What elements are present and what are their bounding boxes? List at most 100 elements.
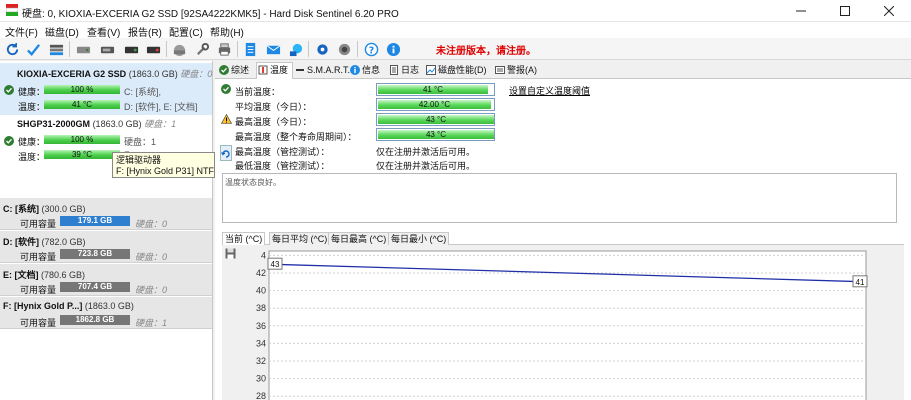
chart-tab-current[interactable]: 当前 (^C): [222, 232, 266, 245]
temperature-status-text: 温度状态良好。: [225, 178, 281, 187]
maximize-button[interactable]: [823, 0, 867, 22]
undo-icon[interactable]: [220, 145, 232, 161]
free-space-label: 可用容量: [20, 285, 57, 295]
max-temp-today-label: 最高温度（今日）：: [235, 117, 312, 127]
tab-temperature[interactable]: 温度: [256, 62, 293, 79]
volume-name: C: [系统]: [3, 204, 39, 214]
speaker-icon: [338, 43, 350, 55]
tab-overview[interactable]: 综述: [218, 63, 256, 78]
tab-info[interactable]: 信息: [349, 63, 383, 78]
volume-item-d[interactable]: D: [软件] (782.0 GB) 可用容量 723.8 GB 硬盘：0: [0, 231, 212, 263]
log-icon: [390, 65, 398, 75]
y-tick-label: 34: [256, 338, 266, 348]
tool-button-9[interactable]: [193, 40, 211, 58]
app-icon: [6, 4, 18, 16]
volume-size: (782.0 GB): [41, 237, 86, 247]
detail-tabs: 综述 温度 S.M.A.R.T. 信息 日志 磁盘性能(D) 警报(A): [215, 61, 911, 79]
refresh-icon: [6, 42, 18, 55]
sound-button[interactable]: [335, 40, 353, 58]
disk-settings-icon: [146, 46, 160, 53]
free-space-bar: 179.1 GB: [60, 216, 130, 226]
health-bar: 100 %: [44, 135, 120, 144]
check-icon: [219, 65, 229, 75]
data-label: 43: [271, 260, 280, 269]
menu-report[interactable]: 报告(R): [128, 24, 162, 39]
report-button[interactable]: [241, 40, 259, 58]
temperature-bar: 39 °C: [44, 150, 120, 159]
svg-text:?: ?: [368, 45, 373, 56]
minimize-button[interactable]: [779, 0, 823, 22]
y-tick-label: 28: [256, 391, 266, 400]
menu-view[interactable]: 查看(V): [87, 24, 120, 39]
tab-label: S.M.A.R.T.: [307, 65, 351, 75]
network-button[interactable]: [287, 40, 305, 58]
menu-config[interactable]: 配置(C): [169, 24, 203, 39]
free-space-label: 可用容量: [20, 318, 57, 328]
chart-tab-daily-avg[interactable]: 每日平均 (^C): [269, 232, 331, 245]
tool-button-2[interactable]: [24, 40, 42, 58]
y-tick-label: 36: [256, 321, 266, 331]
disk-item-0[interactable]: KIOXIA-EXCERIA G2 SSD (1863.0 GB) 硬盘：0 健…: [0, 63, 212, 115]
volume-disk: 硬盘：1: [135, 318, 168, 328]
max-temp-today-box: 43 °C: [376, 113, 495, 126]
help-button[interactable]: ?: [362, 40, 380, 58]
health-label: 健康：: [18, 87, 46, 97]
free-space-bar: 1862.8 GB: [60, 315, 130, 325]
disk-number: 硬盘：0: [180, 69, 213, 79]
check-icon: [4, 136, 14, 146]
disk-size: (1863.0 GB): [128, 69, 178, 79]
disk-tool-button-4[interactable]: [144, 40, 162, 58]
free-space-label: 可用容量: [20, 252, 57, 262]
menu-help[interactable]: 帮助(H): [210, 24, 244, 39]
email-button[interactable]: [264, 40, 282, 58]
avg-temp-label: 平均温度（今日）：: [235, 102, 312, 112]
detail-panel: 综述 温度 S.M.A.R.T. 信息 日志 磁盘性能(D) 警报(A) 当前温…: [215, 61, 911, 400]
refresh-button[interactable]: [3, 40, 21, 58]
unregistered-notice[interactable]: 未注册版本，请注册。: [436, 42, 536, 57]
info-button[interactable]: [384, 40, 402, 58]
menu-file[interactable]: 文件(F): [5, 24, 38, 39]
temperature-chart: 4 42 40 38 36 34 32 30 28 43 41: [256, 250, 868, 400]
drive-tooltip: 逻辑驱动器 F: [Hynix Gold P31] NTFS: [112, 152, 215, 178]
menu-disk[interactable]: 磁盘(D): [45, 24, 79, 39]
warning-icon: [221, 114, 232, 124]
data-label: 41: [856, 278, 865, 287]
min-test-temp-label: 最低温度（管控测试）：: [235, 161, 330, 171]
check-icon: [4, 85, 14, 95]
volume-item-e[interactable]: E: [文档] (780.6 GB) 可用容量 707.4 GB 硬盘：0: [0, 264, 212, 296]
help-icon: ?: [364, 42, 378, 56]
disk-name: KIOXIA-EXCERIA G2 SSD: [17, 69, 127, 79]
y-tick-label: 30: [256, 374, 266, 384]
tab-alerts[interactable]: 警报(A): [494, 63, 542, 78]
tab-performance[interactable]: 磁盘性能(D): [425, 63, 491, 78]
current-temp-bar: 41 °C: [378, 85, 488, 94]
tab-log[interactable]: 日志: [388, 63, 423, 78]
chart-tab-daily-min[interactable]: 每日最小 (^C): [388, 232, 450, 245]
volume-size: (1863.0 GB): [84, 301, 134, 311]
tab-smart[interactable]: S.M.A.R.T.: [294, 63, 351, 78]
disk-list-panel: KIOXIA-EXCERIA G2 SSD (1863.0 GB) 硬盘：0 健…: [0, 61, 215, 400]
custom-threshold-link[interactable]: 设置自定义温度阈值: [509, 84, 590, 97]
tab-label: 温度: [270, 65, 289, 75]
disk-tool-button-3[interactable]: [122, 40, 140, 58]
info-icon: [386, 42, 400, 56]
volume-item-f[interactable]: F: [Hynix Gold P...] (1863.0 GB) 可用容量 18…: [0, 297, 212, 329]
tool-button-8[interactable]: [170, 40, 188, 58]
tool-button-3[interactable]: [47, 40, 65, 58]
tool-button-10[interactable]: [215, 40, 233, 58]
tooltip-title: 逻辑驱动器: [116, 155, 162, 165]
close-button[interactable]: [867, 0, 911, 22]
volume-item-c[interactable]: C: [系统] (300.0 GB) 可用容量 179.1 GB 硬盘：0: [0, 198, 212, 230]
chart-tab-daily-max[interactable]: 每日最高 (^C): [328, 232, 390, 245]
chart-tabs: 当前 (^C) 每日平均 (^C) 每日最高 (^C) 每日最小 (^C): [222, 231, 904, 245]
menu-bar: 文件(F) 磁盘(D) 查看(V) 报告(R) 配置(C) 帮助(H): [0, 22, 911, 39]
check-icon: [221, 84, 231, 94]
tab-label: 信息: [362, 65, 381, 75]
printer-icon: [218, 42, 230, 56]
disk-tool-button-2[interactable]: [98, 40, 116, 58]
info-icon: [350, 65, 360, 75]
settings-button[interactable]: [313, 40, 331, 58]
volume-name: D: [软件]: [3, 237, 39, 247]
disk-tool-button-1[interactable]: [74, 40, 92, 58]
temperature-status-box: 温度状态良好。: [222, 173, 897, 223]
